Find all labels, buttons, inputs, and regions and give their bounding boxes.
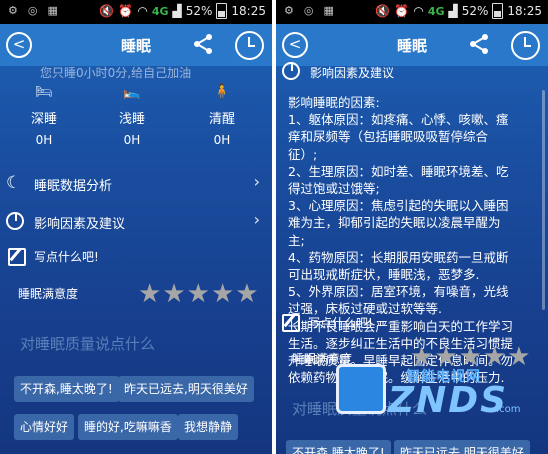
stat-label: 深睡 bbox=[30, 112, 57, 127]
grid-icon: ▦ bbox=[47, 4, 58, 17]
write-something-label[interactable]: 写点什么吧! bbox=[34, 248, 99, 265]
stat-awake: 🧍 清醒 0H bbox=[192, 84, 252, 147]
deep-sleep-bed-icon: 🛏 bbox=[35, 84, 53, 100]
battery-percent: 52% bbox=[461, 4, 489, 18]
status-system-icons: 🔇 ⏰ ◠ 4G ▟ 52% 18:25 bbox=[375, 3, 542, 19]
network-type: 4G bbox=[427, 4, 445, 18]
stat-deep-sleep: 🛏 深睡 0H bbox=[14, 84, 74, 147]
status-notification-icons: ⚙ ◎ ▦ bbox=[284, 4, 334, 17]
status-bar: ⚙ ◎ ▦ 🔇 ⏰ ◠ 4G ▟ 52% 18:25 bbox=[0, 0, 272, 24]
advice-paragraph: 3、心理原因：焦虑引起的失眠以入睡困难为主，抑郁引起的失眠以凌晨早醒为主; bbox=[288, 198, 509, 248]
star-icon[interactable]: ★ bbox=[235, 281, 258, 307]
status-notification-icons: ⚙ ◎ ▦ bbox=[8, 4, 58, 17]
camera-icon: ◎ bbox=[27, 4, 38, 17]
network-type: 4G bbox=[151, 4, 169, 18]
page-title: 睡眠 bbox=[396, 37, 427, 55]
stat-label: 浅睡 bbox=[118, 112, 145, 127]
menu-item-label: 睡眠数据分析 bbox=[34, 179, 113, 194]
stat-value: 0H bbox=[35, 133, 53, 147]
section-label: 影响因素及建议 bbox=[310, 66, 395, 80]
advice-paragraph: 5、外界原因：居室环境，有噪音，光线过强，床板过硬或过软等等. bbox=[288, 284, 509, 317]
chevron-right-icon: › bbox=[253, 210, 260, 229]
stat-label: 清醒 bbox=[208, 112, 235, 127]
sleep-screen-left: ⚙ ◎ ▦ 🔇 ⏰ ◠ 4G ▟ 52% 18:25 < 睡眠 您只睡0小时0分… bbox=[0, 0, 272, 454]
app-bar: < 睡眠 bbox=[0, 24, 272, 66]
pencil-edit-icon bbox=[8, 248, 26, 266]
star-icon[interactable]: ★ bbox=[162, 281, 185, 307]
sleep-summary-text: 您只睡0小时0分,给自己加油 bbox=[40, 66, 192, 80]
watermark-en-text: ZNDS bbox=[388, 380, 509, 421]
share-icon[interactable] bbox=[192, 33, 214, 55]
signal-icon: ▟ bbox=[172, 4, 182, 18]
quick-reply-chip[interactable]: 不开森,睡太晚了! bbox=[286, 440, 391, 454]
grid-icon: ▦ bbox=[323, 4, 334, 17]
scrollbar[interactable] bbox=[542, 90, 545, 310]
menu-item-label: 影响因素及建议 bbox=[34, 217, 126, 232]
advice-paragraph: 4、药物原因：长期服用安眠药一旦戒断可出现戒断症状，睡眠浅，恶梦多. bbox=[288, 249, 509, 283]
star-icon[interactable]: ★ bbox=[138, 281, 161, 307]
write-something-label[interactable]: 写点什么吧! bbox=[308, 314, 373, 331]
watermark-com-text: .com bbox=[496, 404, 521, 415]
quick-reply-chip[interactable]: 我想静静 bbox=[178, 414, 239, 440]
section-factors-advice-header[interactable]: 影响因素及建议 bbox=[276, 58, 548, 88]
camera-icon: ◎ bbox=[303, 4, 314, 17]
satisfaction-label: 睡眠满意度 bbox=[18, 287, 79, 301]
mute-icon: 🔇 bbox=[375, 4, 391, 18]
znds-watermark: 智能电视网 ZNDS .com bbox=[336, 362, 521, 432]
battery-percent: 52% bbox=[185, 4, 213, 18]
menu-item-sleep-analysis[interactable]: ☾ 睡眠数据分析 › bbox=[0, 168, 272, 198]
battery-icon bbox=[492, 3, 504, 19]
history-clock-icon[interactable] bbox=[511, 31, 540, 60]
wifi-icon: ◠ bbox=[413, 4, 424, 18]
status-time: 18:25 bbox=[507, 4, 542, 18]
stat-value: 0H bbox=[123, 133, 141, 147]
comment-input[interactable]: 对睡眠质量说点什么 bbox=[20, 333, 155, 354]
history-clock-icon[interactable] bbox=[235, 31, 264, 60]
pencil-edit-icon bbox=[282, 314, 300, 332]
quick-reply-chip[interactable]: 不开森,睡太晚了! bbox=[14, 376, 119, 402]
status-system-icons: 🔇 ⏰ ◠ 4G ▟ 52% 18:25 bbox=[99, 3, 266, 19]
wifi-icon: ◠ bbox=[137, 4, 148, 18]
settings-icon: ⚙ bbox=[284, 4, 294, 17]
light-sleep-bed-icon: 🛌 bbox=[123, 84, 141, 100]
quick-reply-chip[interactable]: 心情好好 bbox=[14, 414, 75, 440]
status-bar: ⚙ ◎ ▦ 🔇 ⏰ ◠ 4G ▟ 52% 18:25 bbox=[276, 0, 548, 24]
battery-icon bbox=[216, 3, 228, 19]
moon-icon: ☾ bbox=[6, 173, 22, 193]
quick-reply-chip[interactable]: 睡的好,吃嘛嘛香 bbox=[78, 414, 178, 440]
stat-value: 0H bbox=[213, 133, 231, 147]
alarm-icon: ⏰ bbox=[118, 4, 134, 18]
alarm-icon: ⏰ bbox=[394, 4, 410, 18]
status-time: 18:25 bbox=[231, 4, 266, 18]
quick-reply-chip[interactable]: 昨天已远去,明天很美好 bbox=[118, 376, 254, 402]
pie-chart-icon bbox=[6, 212, 24, 230]
settings-icon: ⚙ bbox=[8, 4, 18, 17]
menu-item-factors-advice[interactable]: 影响因素及建议 › bbox=[0, 206, 272, 236]
tv-logo-icon bbox=[336, 364, 386, 414]
signal-icon: ▟ bbox=[448, 4, 458, 18]
pie-chart-icon bbox=[282, 62, 300, 80]
star-icon[interactable]: ★ bbox=[187, 281, 210, 307]
star-icon[interactable]: ★ bbox=[211, 281, 234, 307]
share-icon[interactable] bbox=[468, 33, 490, 55]
advice-paragraph: 2、生理原因：如时差、睡眠环境差、吃得过饱或过饿等; bbox=[288, 163, 509, 197]
advice-paragraph: 1、躯体原因：如疼痛、心悸、咳嗽、瘙痒和尿频等（包括睡眠吸吸暂停综合征）; bbox=[288, 112, 509, 162]
advice-paragraph: 影响睡眠的因素: bbox=[288, 95, 380, 110]
quick-reply-chip[interactable]: 昨天已远去,明天很美好 bbox=[394, 440, 530, 454]
page-title: 睡眠 bbox=[120, 37, 151, 55]
chevron-right-icon: › bbox=[253, 172, 260, 191]
stat-light-sleep: 🛌 浅睡 0H bbox=[102, 84, 162, 147]
satisfaction-rating[interactable]: ★ ★ ★ ★ ★ bbox=[138, 281, 259, 307]
mute-icon: 🔇 bbox=[99, 4, 115, 18]
awake-person-icon: 🧍 bbox=[213, 84, 231, 100]
